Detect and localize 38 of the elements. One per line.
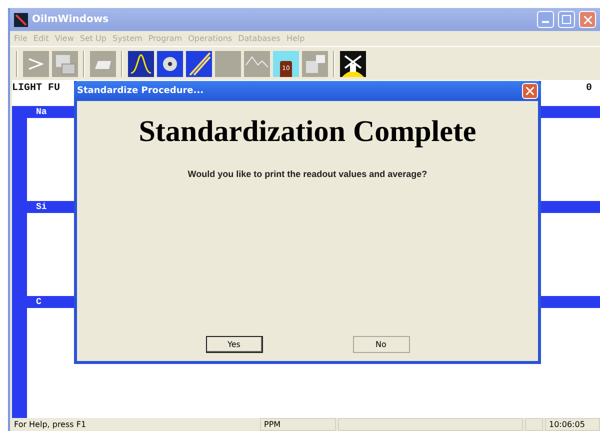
readout-header: LIGHT FU: [12, 83, 60, 96]
windmill-icon[interactable]: [340, 50, 366, 76]
close-icon: [526, 87, 534, 95]
element-label: C: [36, 297, 42, 307]
maximize-icon: [562, 15, 571, 24]
menu-item[interactable]: File: [14, 34, 28, 43]
status-cell: PPM: [260, 418, 336, 431]
menu-item[interactable]: System: [112, 34, 142, 43]
diagonal-lines-icon[interactable]: [186, 50, 212, 76]
element-label: Na: [36, 107, 47, 117]
yes-button[interactable]: Yes: [206, 336, 262, 353]
window-title: OilmWindows: [32, 14, 110, 25]
app-icon: [14, 12, 28, 26]
status-text: For Help, press F1: [13, 419, 88, 431]
menu-item[interactable]: Databases: [238, 34, 280, 43]
menu-item[interactable]: Set Up: [80, 34, 106, 43]
minimize-button[interactable]: [537, 11, 554, 28]
close-button[interactable]: [579, 11, 596, 28]
computer-icon[interactable]: [302, 50, 328, 76]
bell-curve-icon[interactable]: [128, 50, 154, 76]
dialog-question: Would you like to print the readout values and average?: [186, 169, 428, 179]
readout-value: 0: [586, 83, 592, 96]
document-icon[interactable]: [52, 50, 78, 76]
status-cell: 10:06:05: [545, 418, 600, 431]
menu-item[interactable]: Program: [148, 34, 182, 43]
menu-item[interactable]: View: [54, 34, 74, 43]
line-chart-icon[interactable]: [244, 50, 270, 76]
element-label: Si: [36, 202, 47, 212]
no-button[interactable]: No: [352, 336, 410, 353]
tray-icon[interactable]: [90, 50, 116, 76]
maximize-button[interactable]: [558, 11, 575, 28]
menu-item[interactable]: Operations: [188, 34, 232, 43]
dialog-heading: Standardization Complete: [138, 115, 478, 149]
dialog-title: Standardize Procedure...: [77, 86, 205, 96]
menu-item[interactable]: Help: [286, 34, 305, 43]
menu-item[interactable]: Edit: [33, 34, 49, 43]
close-icon: [584, 16, 592, 24]
close-button[interactable]: [522, 83, 538, 99]
